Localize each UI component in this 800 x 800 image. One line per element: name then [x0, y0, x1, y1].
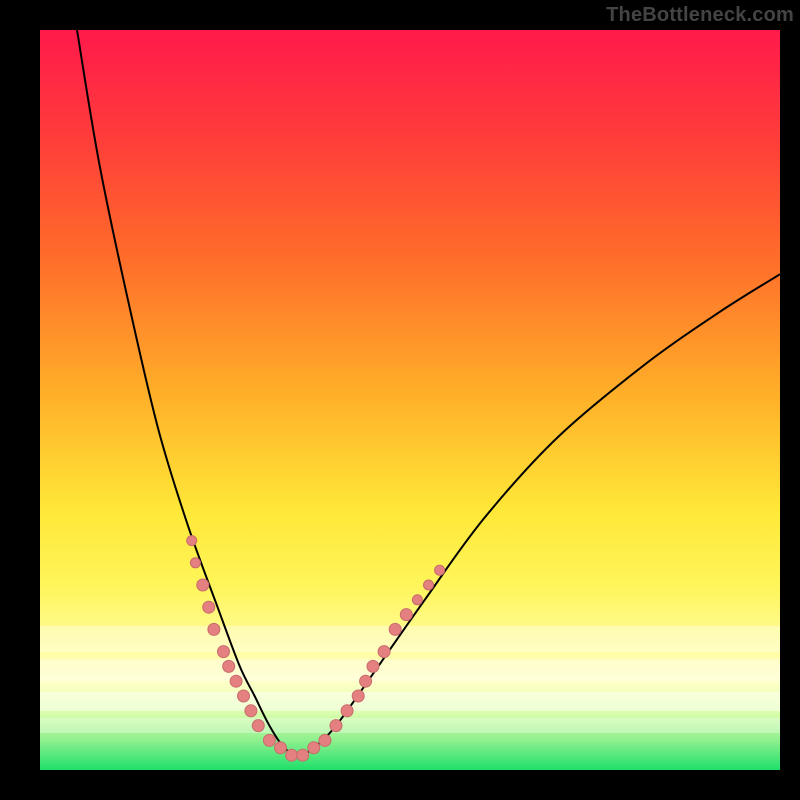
data-point — [197, 579, 209, 591]
data-points — [187, 536, 445, 762]
data-point — [245, 705, 257, 717]
data-point — [352, 690, 364, 702]
data-point — [424, 580, 434, 590]
curve-layer — [40, 30, 780, 770]
plot-area — [40, 30, 780, 770]
data-point — [367, 660, 379, 672]
data-point — [400, 609, 412, 621]
data-point — [238, 690, 250, 702]
data-point — [203, 601, 215, 613]
data-point — [341, 705, 353, 717]
data-point — [263, 734, 275, 746]
data-point — [297, 749, 309, 761]
data-point — [223, 660, 235, 672]
data-point — [412, 595, 422, 605]
data-point — [389, 623, 401, 635]
data-point — [275, 742, 287, 754]
data-point — [435, 565, 445, 575]
data-point — [218, 646, 230, 658]
data-point — [230, 675, 242, 687]
data-point — [286, 749, 298, 761]
data-point — [330, 720, 342, 732]
data-point — [187, 536, 197, 546]
chart-frame: TheBottleneck.com — [0, 0, 800, 800]
data-point — [308, 742, 320, 754]
watermark-text: TheBottleneck.com — [606, 4, 794, 27]
data-point — [252, 720, 264, 732]
data-point — [378, 646, 390, 658]
data-point — [208, 623, 220, 635]
bottleneck-curve — [77, 30, 780, 755]
data-point — [360, 675, 372, 687]
data-point — [190, 558, 200, 568]
data-point — [319, 734, 331, 746]
